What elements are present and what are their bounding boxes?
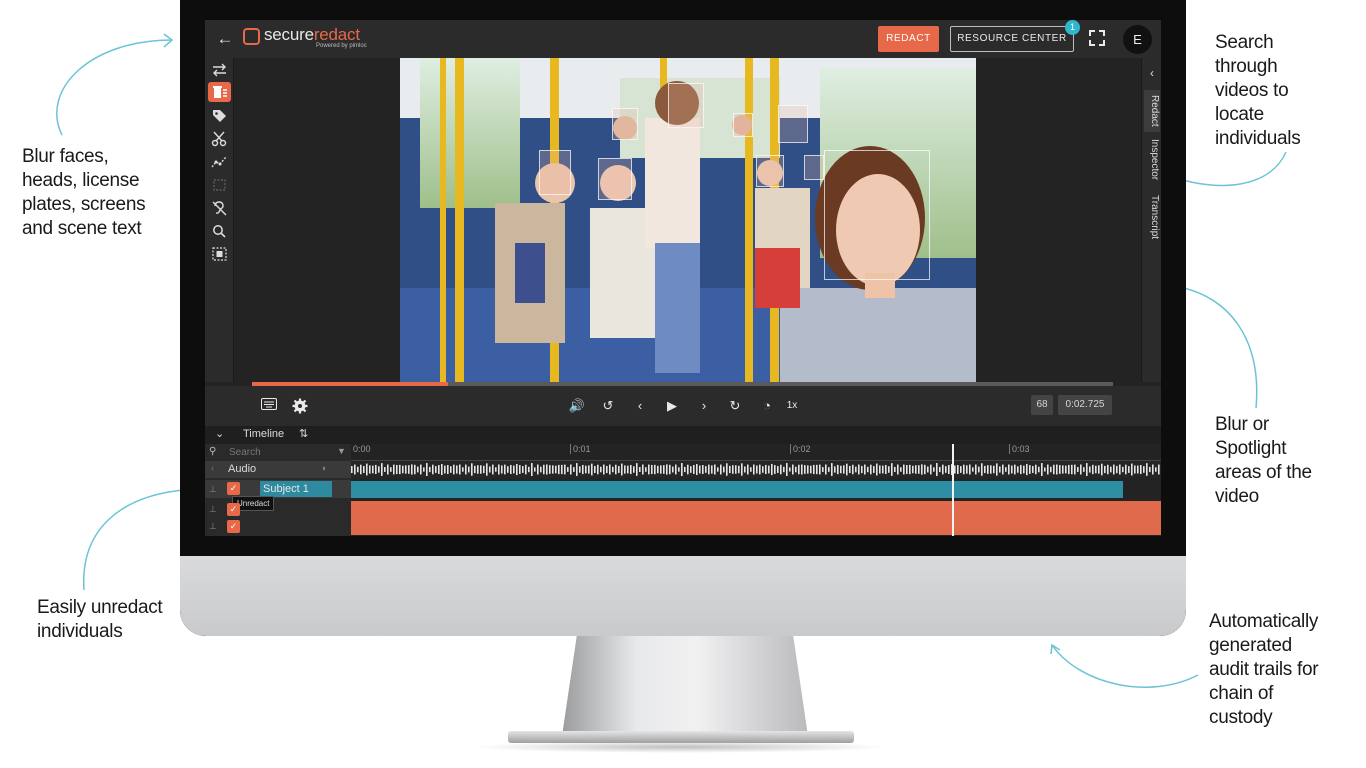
logo-subtitle: Powered by pimloc [316,43,367,49]
filter-icon[interactable]: ▼ [337,446,346,456]
logo-text: secureredact [264,25,360,44]
left-toolbar [205,58,234,382]
callout-blur-spotlight: Blur or Spotlight areas of the video [1215,414,1312,507]
time-display: 0:02.725 [1058,395,1112,415]
tab-redact[interactable]: Redact [1144,90,1160,132]
search-input[interactable]: Search [229,447,261,458]
box-select-icon[interactable] [208,175,231,195]
sort-icon[interactable]: ⇅ [299,427,308,440]
redact-checkbox[interactable]: ✓ [227,520,240,533]
app-screen: ← secureredact Powered by pimloc REDACT … [205,20,1161,536]
video-frame[interactable] [400,58,976,382]
search-icon[interactable] [208,221,231,241]
timeline-header: ⌄ Timeline ⇅ [205,426,1161,444]
play-icon[interactable]: ▶ [663,398,681,414]
forward-icon[interactable]: ↻ [726,398,744,414]
playback-speed[interactable]: 1x [783,398,801,414]
swap-icon[interactable] [208,60,231,80]
monitor-stand [562,636,808,736]
ruler-tick: 0:03 [1009,444,1030,454]
redact-button[interactable]: REDACT [878,26,939,52]
monitor-base [508,731,854,743]
face-box[interactable] [612,108,638,140]
timeline-search[interactable]: ⚲ Search ▼ [205,444,351,461]
scissors-icon[interactable] [208,129,231,149]
notification-badge: 1 [1065,20,1080,35]
back-arrow-icon[interactable]: ← [215,29,235,49]
redact-checkbox[interactable]: ✓ [227,503,240,516]
next-frame-icon[interactable]: › [695,398,713,414]
redaction-track-bar[interactable] [351,501,1161,518]
subject-name[interactable]: Subject 1 [260,481,332,497]
face-box[interactable] [668,83,704,128]
callout-search: Search through videos to locate individu… [1215,32,1301,149]
redact-list-icon[interactable] [208,82,231,102]
tab-inspector[interactable]: Inspector [1144,136,1160,184]
face-box[interactable] [598,158,632,200]
hearing-off-icon[interactable] [208,198,231,218]
callout-unredact: Easily unredact individuals [37,597,163,642]
ruler-tick: 0:00 [353,444,371,454]
face-box[interactable] [804,155,824,180]
right-panel-tabs: ‹ Redact Inspector Transcript [1141,58,1161,382]
ruler-tick: 0:01 [570,444,591,454]
audio-track-label: ‹ Audio ◖ [205,461,351,478]
player-controls: 🔊 ↺ ‹ ▶ › ↻ ◔ 1x 68 0:02.725 [205,386,1161,426]
volume-icon[interactable]: 🔊 [568,398,586,414]
track-row-label[interactable]: ⊥ ✓ [205,501,351,518]
callout-audit-trails: Automatically generated audit trails for… [1209,611,1319,728]
tag-icon[interactable] [208,106,231,126]
redaction-track-bar[interactable] [351,518,1161,535]
logo-mark-icon [243,28,260,45]
speed-gauge-icon[interactable]: ◔ [758,398,776,414]
pin-icon[interactable]: ⊥ [209,504,217,514]
subject-track-label[interactable]: ⊥ ✓ Subject 1 [205,480,351,498]
resource-center-button[interactable]: RESOURCE CENTER [950,26,1074,52]
top-bar: ← secureredact Powered by pimloc REDACT … [205,20,1161,58]
previous-frame-icon[interactable]: ‹ [631,398,649,414]
track-row-label[interactable]: ⊥ ✓ [205,518,351,535]
spotlight-box[interactable] [824,150,930,280]
tab-transcript[interactable]: Transcript [1144,190,1160,244]
monitor-chin [180,556,1186,636]
face-box[interactable] [756,155,784,187]
product-showcase: Blur faces, heads, license plates, scree… [0,0,1366,768]
trajectory-icon[interactable] [208,152,231,172]
rewind-icon[interactable]: ↺ [599,398,617,414]
keyboard-icon[interactable] [260,398,278,414]
timeline-label: Timeline [243,428,285,440]
pin-icon[interactable]: ⊥ [209,484,217,494]
time-ruler[interactable]: 0:00 0:01 0:02 0:03 [351,444,1161,461]
expand-arrow-icon[interactable]: ‹ [211,463,214,473]
pin-icon[interactable]: ⊥ [209,521,217,531]
avatar[interactable]: E [1123,25,1152,54]
callout-blur-faces: Blur faces, heads, license plates, scree… [22,146,146,239]
collapse-chevron-icon[interactable]: ⌄ [215,427,224,440]
hearing-icon[interactable]: ◖ [321,463,326,473]
settings-gear-icon[interactable] [291,398,309,414]
face-box[interactable] [778,105,808,143]
fullscreen-icon[interactable] [1089,30,1105,46]
timeline-body: ⚲ Search ▼ 0:00 0:01 0:02 0:03 ‹ Audio ◖… [205,444,1161,536]
face-box[interactable] [539,150,571,195]
playhead[interactable] [952,444,954,536]
redact-checkbox[interactable]: ✓ [227,482,240,495]
frame-counter: 68 [1031,395,1053,415]
focus-icon[interactable] [208,244,231,264]
search-icon: ⚲ [209,446,217,457]
panel-collapse-icon[interactable]: ‹ [1144,66,1160,80]
subject-track-bar[interactable] [351,481,1123,498]
face-box[interactable] [733,113,753,137]
audio-waveform [351,461,1161,478]
ruler-tick: 0:02 [790,444,811,454]
